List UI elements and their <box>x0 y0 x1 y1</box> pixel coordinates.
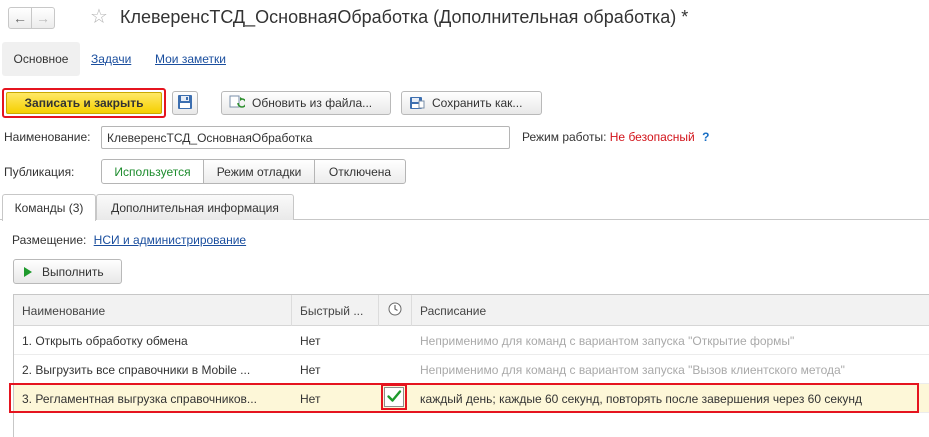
save-as-button[interactable]: Сохранить как... <box>401 91 542 115</box>
update-file-icon <box>228 95 246 111</box>
save-as-icon <box>408 95 426 111</box>
favorite-star-icon[interactable]: ☆ <box>90 6 108 28</box>
tab-notes[interactable]: Мои заметки <box>155 52 226 66</box>
back-button[interactable]: ← <box>8 7 32 29</box>
update-from-file-label: Обновить из файла... <box>252 96 373 110</box>
column-header-name[interactable]: Наименование <box>14 295 292 326</box>
publication-option-used[interactable]: Используется <box>101 159 204 184</box>
play-icon <box>24 266 32 277</box>
help-question-icon[interactable]: ? <box>702 130 709 144</box>
forward-button[interactable]: → <box>31 7 55 29</box>
checkmark-icon <box>386 388 402 407</box>
column-header-scheduled[interactable] <box>379 295 412 326</box>
column-header-schedule[interactable]: Расписание <box>412 295 929 326</box>
commands-table: Наименование Быстрый ... Расписание 1. О… <box>13 294 929 437</box>
placement-label: Размещение: <box>12 233 87 247</box>
arrow-left-icon: ← <box>13 10 27 26</box>
cell-schedule: Неприменимо для команд с вариантом запус… <box>420 333 795 348</box>
window-title: КлеверенсТСД_ОсновнаяОбработка (Дополнит… <box>120 7 689 27</box>
floppy-disk-icon <box>177 94 193 113</box>
cell-schedule[interactable]: каждый день; каждые 60 секунд, повторять… <box>412 384 929 413</box>
tab-main[interactable]: Основное <box>2 42 80 76</box>
cell-name: 1. Открыть обработку обмена <box>22 333 188 348</box>
placement-link[interactable]: НСИ и администрирование <box>94 233 246 247</box>
arrow-right-icon: → <box>36 10 50 26</box>
publication-option-disabled[interactable]: Отключена <box>314 159 406 184</box>
save-and-close-label: Записать и закрыть <box>6 92 162 114</box>
name-input[interactable]: КлеверенсТСД_ОсновнаяОбработка <box>101 126 510 149</box>
tab-tasks[interactable]: Задачи <box>91 52 131 66</box>
save-as-label: Сохранить как... <box>432 96 523 110</box>
run-button-label: Выполнить <box>42 264 104 279</box>
cell-name: 3. Регламентная выгрузка справочников... <box>22 391 257 406</box>
cell-quick: Нет <box>300 391 321 406</box>
column-header-quick[interactable]: Быстрый ... <box>292 295 379 326</box>
cell-name: 2. Выгрузить все справочники в Mobile ..… <box>22 362 251 377</box>
table-row[interactable]: 2. Выгрузить все справочники в Mobile ..… <box>14 355 929 384</box>
cell-quick: Нет <box>300 362 321 377</box>
scheduled-checkbox[interactable] <box>384 387 404 407</box>
table-row[interactable]: 1. Открыть обработку обмена Нет Непримен… <box>14 326 929 355</box>
tab-commands[interactable]: Команды (3) <box>2 194 96 221</box>
save-button[interactable] <box>172 91 198 115</box>
cell-schedule: Неприменимо для команд с вариантом запус… <box>420 362 845 377</box>
publication-label: Публикация: <box>4 165 75 179</box>
publication-option-debug[interactable]: Режим отладки <box>203 159 315 184</box>
tab-additional-info[interactable]: Дополнительная информация <box>96 194 294 220</box>
placement-row: Размещение: НСИ и администрирование <box>12 233 246 247</box>
table-header: Наименование Быстрый ... Расписание <box>14 295 929 326</box>
mode-label: Режим работы: <box>522 130 607 144</box>
mode-value: Не безопасный <box>609 130 695 144</box>
cell-quick: Нет <box>300 333 321 348</box>
clock-icon <box>388 302 402 319</box>
run-button[interactable]: Выполнить <box>13 259 122 284</box>
save-and-close-button[interactable]: Записать и закрыть <box>2 88 166 118</box>
mode-row: Режим работы: Не безопасный ? <box>522 130 709 144</box>
table-row-selected[interactable]: 3. Регламентная выгрузка справочников...… <box>14 384 929 413</box>
update-from-file-button[interactable]: Обновить из файла... <box>221 91 391 115</box>
name-label: Наименование: <box>4 130 91 144</box>
